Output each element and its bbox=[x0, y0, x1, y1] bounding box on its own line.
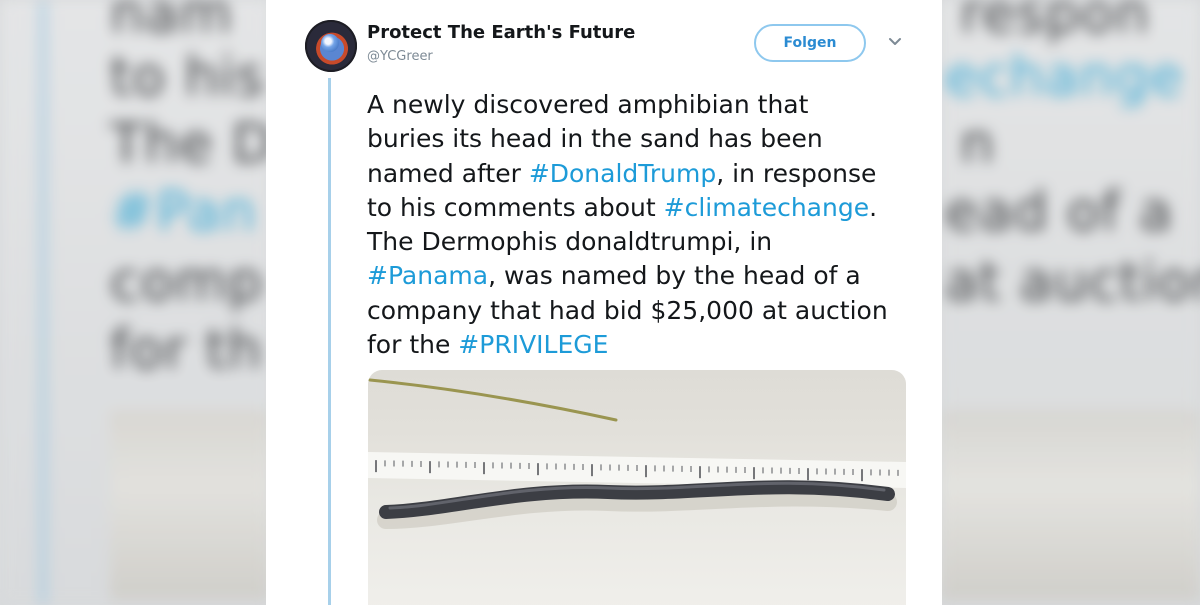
hashtag-link[interactable]: #DonaldTrump bbox=[529, 159, 716, 188]
tweet-text-segment: buries its head in the sand has been bbox=[367, 124, 823, 154]
video-frame: nam to his The D #Pan comp for th respon… bbox=[0, 0, 1200, 605]
background-photo bbox=[110, 410, 270, 600]
background-text-line: respon bbox=[960, 0, 1150, 45]
caecilian-photo bbox=[368, 378, 906, 529]
hashtag-link[interactable]: #Panama bbox=[367, 261, 488, 290]
tweet-text-line: A newly discovered amphibian that bbox=[367, 88, 927, 122]
tweet-text-segment: The Dermophis donaldtrumpi, in bbox=[367, 227, 773, 257]
follow-button[interactable]: Folgen bbox=[754, 24, 866, 62]
background-text-line: echange bbox=[945, 45, 1184, 108]
tweet-card: Protect The Earth's Future @YCGreer Folg… bbox=[266, 0, 942, 605]
author-name[interactable]: Protect The Earth's Future bbox=[367, 22, 635, 43]
background-text-line: ead of a bbox=[945, 180, 1174, 243]
avatar[interactable] bbox=[305, 20, 357, 72]
hashtag-link[interactable]: #PRIVILEGE bbox=[458, 330, 608, 359]
background-photo bbox=[940, 410, 1200, 600]
background-text-line: #Pan bbox=[110, 180, 257, 243]
tweet-text-line: #Panama, was named by the head of a bbox=[367, 259, 927, 293]
tweet-media[interactable] bbox=[368, 370, 906, 605]
tweet-text-line: buries its head in the sand has been bbox=[367, 122, 927, 156]
author-handle[interactable]: @YCGreer bbox=[367, 49, 433, 64]
background-text-line: to his bbox=[110, 45, 265, 108]
tweet-text-line: company that had bid $25,000 at auction bbox=[367, 294, 927, 328]
tweet-text-segment: A newly discovered amphibian that bbox=[367, 90, 809, 119]
tweet-text-line: for the #PRIVILEGE bbox=[367, 328, 927, 362]
background-text-line: The D bbox=[110, 112, 275, 175]
tweet-text-line: to his comments about #climatechange. bbox=[367, 191, 927, 225]
background-text-line: n bbox=[960, 112, 996, 175]
background-thread-line bbox=[40, 0, 46, 605]
tweet-text-segment: , in response bbox=[716, 158, 877, 188]
tweet-text-line: The Dermophis donaldtrumpi, in bbox=[367, 225, 927, 259]
tweet-text-segment: company that had bid $25,000 at auction bbox=[367, 295, 888, 325]
chevron-down-icon[interactable] bbox=[885, 32, 905, 52]
tweet-text-segment: for the bbox=[367, 330, 459, 360]
thread-line bbox=[328, 78, 331, 605]
hashtag-link[interactable]: #climatechange bbox=[664, 193, 869, 222]
tweet-text-segment: , was named by the head of a bbox=[488, 261, 861, 291]
background-text-line: at auction bbox=[945, 250, 1200, 313]
tweet-text-segment: to his comments about bbox=[367, 192, 664, 222]
background-text-line: comp bbox=[110, 250, 264, 313]
background-text-line: nam bbox=[110, 0, 233, 45]
tweet-text-segment: named after bbox=[367, 158, 529, 188]
tweet-text: A newly discovered amphibian that buries … bbox=[367, 88, 927, 362]
grass-stem bbox=[368, 378, 618, 422]
tweet-text-line: named after #DonaldTrump, in response bbox=[367, 157, 927, 191]
tweet-text-segment: . bbox=[869, 192, 878, 222]
background-text-line: for th bbox=[110, 318, 263, 381]
